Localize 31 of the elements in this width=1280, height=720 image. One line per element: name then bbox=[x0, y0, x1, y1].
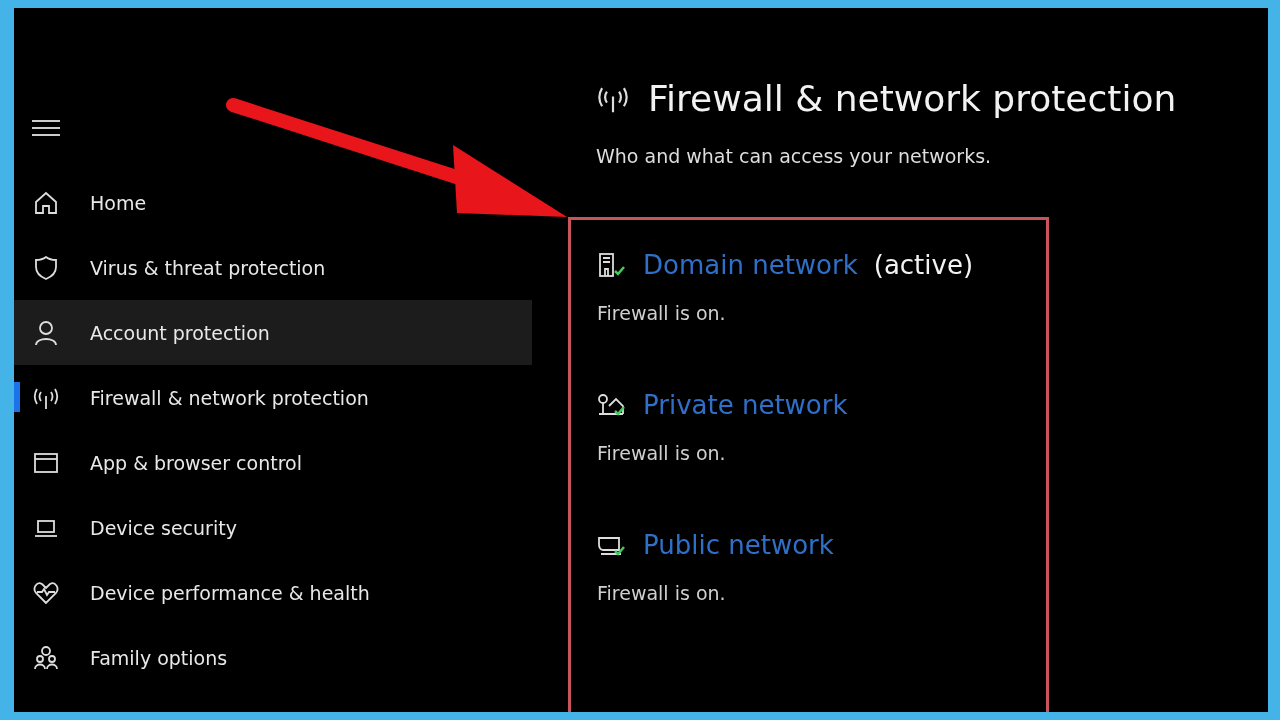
sidebar-label: App & browser control bbox=[90, 451, 302, 474]
sidebar-label: Account protection bbox=[90, 321, 270, 344]
sidebar-label: Virus & threat protection bbox=[90, 256, 326, 279]
sidebar-label: Home bbox=[90, 191, 147, 214]
shield-icon bbox=[32, 253, 60, 282]
network-link[interactable]: Domain network bbox=[643, 250, 858, 280]
firewall-status: Firewall is on. bbox=[597, 442, 727, 464]
sidebar-item[interactable]: Account protection bbox=[14, 300, 532, 365]
sidebar-item[interactable]: Device security bbox=[14, 495, 532, 560]
building-check-icon bbox=[597, 252, 627, 278]
sidebar-label: Device security bbox=[90, 516, 237, 539]
house-check-icon bbox=[597, 392, 627, 418]
network-link[interactable]: Private network bbox=[643, 390, 848, 420]
family-icon bbox=[32, 643, 60, 672]
active-label: (active) bbox=[873, 250, 974, 280]
firewall-status: Firewall is on. bbox=[597, 302, 727, 324]
sidebar-label: Device performance & health bbox=[90, 581, 370, 604]
sidebar-item[interactable]: App & browser control bbox=[14, 430, 532, 495]
person-icon bbox=[32, 318, 60, 347]
sidebar-label: Firewall & network protection bbox=[90, 386, 369, 409]
page-title: Firewall & network protection bbox=[648, 78, 1177, 119]
firewall-status: Firewall is on. bbox=[597, 582, 727, 604]
sidebar-item[interactable]: Home bbox=[14, 170, 532, 235]
sidebar-item[interactable]: Device performance & health bbox=[14, 560, 532, 625]
sidebar-item[interactable]: Firewall & network protection bbox=[14, 365, 532, 430]
sidebar-label: Family options bbox=[90, 646, 228, 669]
page-subtitle: Who and what can access your networks. bbox=[596, 145, 993, 167]
sidebar-item[interactable]: Virus & threat protection bbox=[14, 235, 532, 300]
network-link[interactable]: Public network bbox=[643, 530, 834, 560]
menu-icon[interactable] bbox=[32, 120, 60, 136]
sidebar-item[interactable]: Family options bbox=[14, 625, 532, 690]
